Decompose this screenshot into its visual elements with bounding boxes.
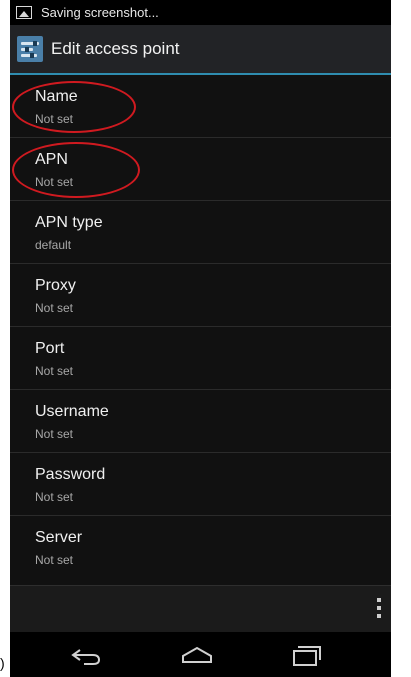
setting-label: Username (35, 403, 109, 420)
settings-sliders-icon[interactable] (17, 36, 43, 62)
recent-apps-icon[interactable] (286, 640, 326, 670)
setting-value: default (35, 238, 72, 252)
settings-list: Name Not set APN Not set APN type defaul… (10, 75, 391, 579)
setting-item-proxy[interactable]: Proxy Not set (10, 264, 391, 327)
setting-value: Not set (35, 175, 74, 189)
setting-item-port[interactable]: Port Not set (10, 327, 391, 390)
back-icon[interactable] (66, 640, 106, 670)
setting-value: Not set (35, 301, 74, 315)
setting-value: Not set (35, 364, 74, 378)
setting-item-apn-type[interactable]: APN type default (10, 201, 391, 264)
setting-value: Not set (35, 553, 74, 567)
status-bar: Saving screenshot... (10, 0, 391, 25)
setting-label: Name (35, 88, 78, 105)
setting-label: Server (35, 529, 83, 546)
setting-label: APN (35, 151, 68, 168)
setting-value: Not set (35, 490, 74, 504)
image-icon (16, 6, 32, 19)
edge-mark: ) (0, 655, 5, 671)
setting-label: Port (35, 340, 65, 357)
setting-label: APN type (35, 214, 103, 231)
setting-item-apn[interactable]: APN Not set (10, 138, 391, 201)
page-title: Edit access point (51, 39, 180, 58)
phone-screen: Saving screenshot... Edit access point N… (10, 0, 391, 677)
navigation-bar (10, 632, 391, 677)
home-icon[interactable] (177, 640, 217, 670)
setting-item-name[interactable]: Name Not set (10, 75, 391, 138)
setting-item-password[interactable]: Password Not set (10, 453, 391, 516)
status-text: Saving screenshot... (41, 5, 159, 20)
bottom-action-bar (10, 585, 391, 632)
setting-item-server[interactable]: Server Not set (10, 516, 391, 579)
setting-label: Password (35, 466, 106, 483)
setting-item-username[interactable]: Username Not set (10, 390, 391, 453)
action-bar: Edit access point (10, 25, 391, 75)
setting-label: Proxy (35, 277, 76, 294)
overflow-menu-icon[interactable] (377, 598, 381, 620)
setting-value: Not set (35, 427, 74, 441)
setting-value: Not set (35, 112, 74, 126)
